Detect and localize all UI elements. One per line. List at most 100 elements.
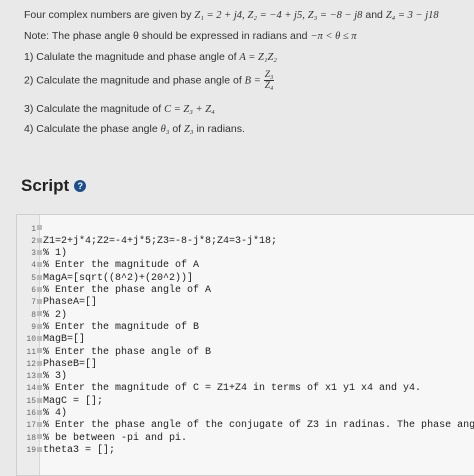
code-line[interactable]: 6 % Enter the phase angle of A [17, 285, 474, 297]
fold-marker-icon [37, 397, 42, 403]
code-line[interactable]: 7 PhaseA=[] [17, 297, 474, 309]
help-icon[interactable]: ? [74, 180, 87, 192]
code-line[interactable]: 2 Z1=2+j*4;Z2=-4+j*5;Z3=-8-j*8;Z4=3-j*18; [17, 236, 474, 248]
code-text[interactable]: % Enter the phase angle of B [43, 347, 211, 358]
fold-marker-icon [37, 274, 42, 280]
fold-marker-icon [37, 323, 42, 329]
line-number: 15 [26, 396, 36, 406]
fold-marker-icon [37, 348, 42, 354]
fold-marker-icon [37, 409, 42, 415]
code-text[interactable]: % Enter the phase angle of A [43, 285, 211, 296]
code-text[interactable]: PhaseA=[] [43, 297, 97, 308]
question-1: 1) Calulate the magnitude and phase angl… [24, 51, 277, 63]
code-text[interactable]: % 4) [43, 408, 67, 419]
line-number: 19 [26, 445, 36, 455]
note-range: −π < θ ≤ π [310, 31, 357, 42]
problem-statement: Four complex numbers are given by Z₁ = 2… [0, 0, 474, 170]
code-line[interactable]: 16 % 4) [17, 408, 474, 420]
q2-fraction: Z₃ Z₄ [263, 70, 275, 91]
code-line[interactable]: 3 % 1) [17, 248, 474, 260]
code-text[interactable]: theta3 = []; [43, 445, 115, 456]
fold-marker-icon [37, 237, 42, 243]
line-number: 6 [31, 286, 36, 295]
code-editor[interactable]: 1 2 Z1=2+j*4;Z2=-4+j*5;Z3=-8-j*8;Z4=3-j*18… [16, 214, 474, 476]
code-line[interactable]: 11 % Enter the phase angle of B [17, 347, 474, 359]
code-text[interactable]: % Enter the phase angle of the conjugate… [43, 420, 474, 431]
line-number: 9 [31, 322, 36, 332]
script-title: Script [21, 176, 70, 195]
code-text[interactable]: PhaseB=[] [43, 359, 97, 370]
line-number: 12 [26, 359, 36, 369]
line-number: 2 [31, 236, 36, 246]
fold-marker-icon [37, 360, 42, 366]
fold-marker-icon [37, 422, 42, 428]
z3-expression: Z₃ = −8 − j8 [307, 10, 363, 21]
line-number: 10 [26, 335, 36, 345]
code-line[interactable]: 4 % Enter the magnitude of A [17, 260, 474, 272]
line-number: 11 [26, 347, 36, 357]
q4-text: 4) Calculate the phase angle [24, 123, 158, 135]
q2-numerator: Z₃ [263, 70, 275, 81]
code-line[interactable]: 19 theta3 = []; [17, 445, 474, 457]
fold-marker-icon [37, 225, 42, 231]
code-line[interactable]: 15 MagC = []; [17, 396, 474, 408]
code-text[interactable]: % 1) [43, 248, 67, 259]
z2-expression: Z₂ = −4 + j5, [247, 10, 305, 21]
and-text: and [365, 9, 383, 21]
code-text[interactable]: MagC = []; [43, 396, 103, 407]
code-text[interactable]: % 2) [43, 310, 67, 321]
note-text: Note: The phase angle θ should be expres… [24, 30, 308, 42]
code-text[interactable]: % be between -pi and pi. [43, 433, 187, 444]
q4-tail: in radians. [196, 123, 245, 135]
code-line[interactable]: 13 % 3) [17, 371, 474, 383]
q1-expression: A = Z₁Z₂ [239, 52, 277, 63]
q2-lhs: B = [244, 75, 261, 87]
fold-marker-icon [37, 286, 42, 292]
code-line[interactable]: 1 [17, 224, 474, 236]
q1-text: 1) Calulate the magnitude and phase angl… [24, 51, 237, 63]
fold-marker-icon [37, 385, 42, 391]
fold-marker-icon [37, 372, 42, 378]
fold-marker-icon [37, 262, 42, 268]
code-line[interactable]: 12 PhaseB=[] [17, 359, 474, 371]
line-number: 4 [31, 261, 36, 271]
line-number: 14 [26, 384, 36, 394]
line-number: 8 [31, 310, 36, 320]
code-line[interactable]: 9 % Enter the magnitude of B [17, 322, 474, 334]
line-number: 16 [26, 409, 36, 418]
code-text[interactable]: MagA=[sqrt((8^2)+(20^2))] [43, 273, 193, 284]
q3-text: 3) Calculate the magnitude of [24, 103, 162, 115]
q4-theta: θ₃ [160, 124, 170, 135]
question-3: 3) Calculate the magnitude of C = Z₃ + Z… [24, 103, 215, 115]
question-4: 4) Calculate the phase angle θ₃ of Z₃ in… [24, 123, 245, 135]
code-text[interactable]: MagB=[] [43, 334, 85, 345]
line-number: 7 [31, 298, 36, 308]
script-heading: Script ? [21, 176, 87, 196]
code-text[interactable]: % 3) [43, 371, 67, 382]
fold-marker-icon [37, 311, 42, 317]
q2-denominator: Z₄ [264, 81, 274, 91]
fold-marker-icon [37, 446, 42, 452]
fold-marker-icon [37, 299, 42, 305]
intro-text: Four complex numbers are given by [24, 9, 192, 21]
line-number: 3 [31, 249, 36, 259]
z1-expression: Z₁ = 2 + j4, [194, 10, 245, 21]
code-line[interactable]: 5 MagA=[sqrt((8^2)+(20^2))] [17, 273, 474, 285]
line-number: 17 [26, 421, 36, 431]
code-text[interactable]: % Enter the magnitude of A [43, 260, 199, 271]
code-text[interactable]: % Enter the magnitude of C = Z1+Z4 in te… [43, 383, 421, 394]
code-line[interactable]: 18 % be between -pi and pi. [17, 433, 474, 445]
code-line[interactable]: 8 % 2) [17, 310, 474, 322]
fold-marker-icon [37, 336, 42, 342]
line-number: 1 [31, 224, 36, 234]
code-line[interactable]: 17 % Enter the phase angle of the conjuga… [17, 420, 474, 432]
fold-marker-icon [37, 434, 42, 440]
code-text[interactable]: % Enter the magnitude of B [43, 322, 199, 333]
code-line[interactable]: 10 MagB=[] [17, 334, 474, 346]
problem-note: Note: The phase angle θ should be expres… [24, 30, 357, 42]
q4-of: of [172, 123, 182, 135]
z4-expression: Z₄ = 3 − j18 [385, 10, 439, 21]
line-number: 5 [31, 273, 36, 283]
code-line[interactable]: 14 % Enter the magnitude of C = Z1+Z4 in … [17, 383, 474, 395]
code-text[interactable]: Z1=2+j*4;Z2=-4+j*5;Z3=-8-j*8;Z4=3-j*18; [43, 236, 277, 247]
